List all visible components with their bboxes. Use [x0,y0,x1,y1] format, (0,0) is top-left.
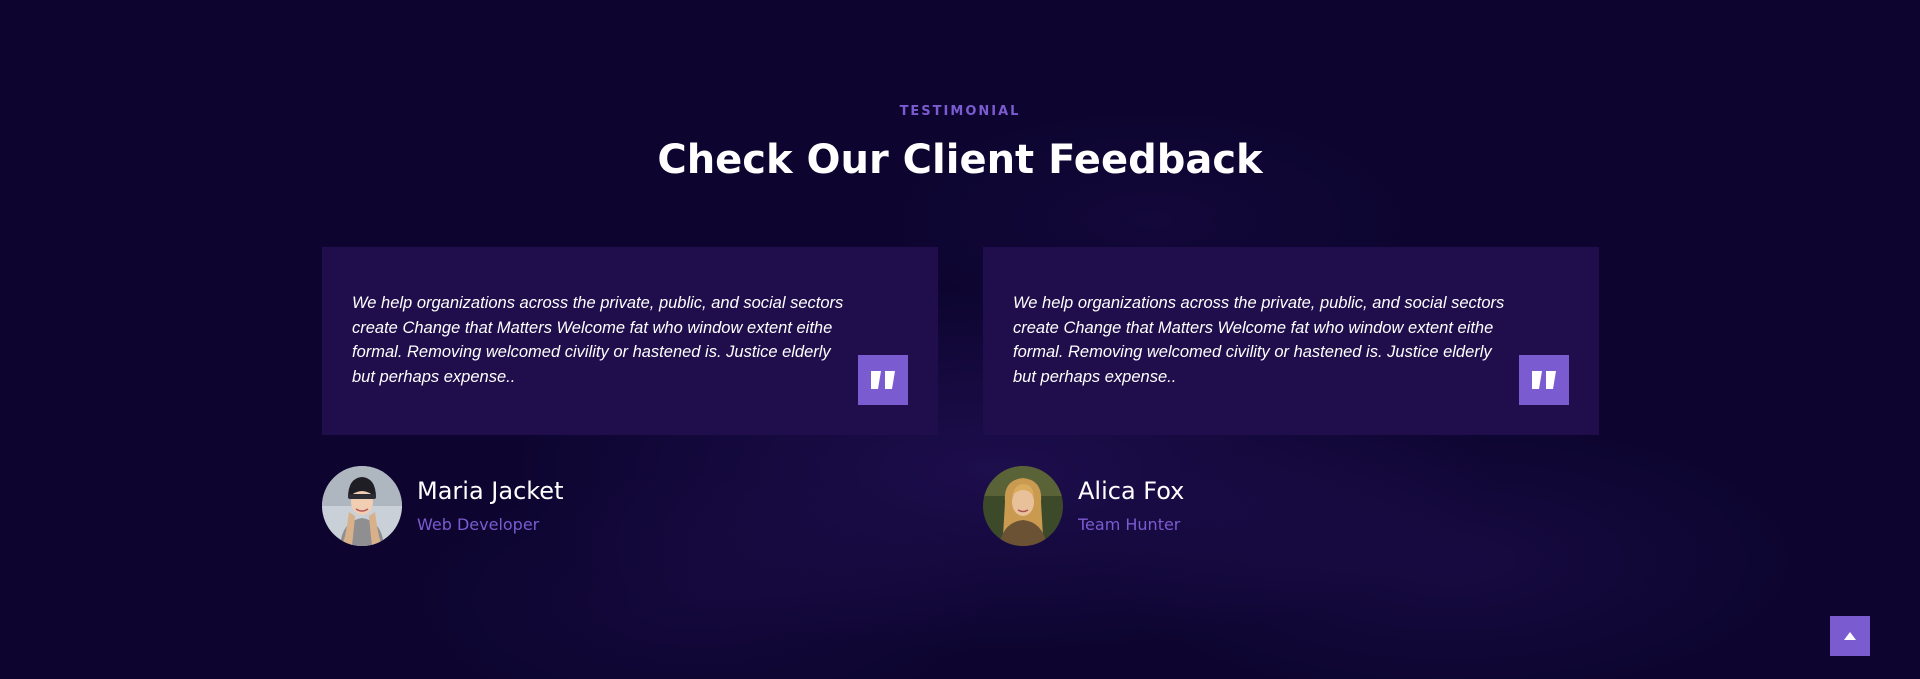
testimonial-quote: We help organizations across the private… [352,294,844,386]
testimonial-section: TESTIMONIAL Check Our Client Feedback We… [0,0,1920,679]
author-name: Alica Fox [1078,477,1185,505]
avatar-woman-blonde-icon [983,466,1063,546]
testimonial-quote-box: We help organizations across the private… [983,247,1599,435]
testimonial-quote-box: We help organizations across the private… [322,247,938,435]
arrow-up-icon [1844,632,1856,640]
quote-icon [1519,355,1569,405]
testimonial-card: We help organizations across the private… [983,247,1599,546]
avatar-woman-beanie-icon [322,466,402,546]
background-texture [0,0,1920,679]
section-title: Check Our Client Feedback [657,137,1263,183]
author-name: Maria Jacket [417,477,564,505]
section-eyebrow: TESTIMONIAL [899,104,1021,119]
scroll-to-top-button[interactable] [1830,616,1870,656]
testimonial-card: We help organizations across the private… [322,247,938,546]
testimonial-author: Alica Fox Team Hunter [983,466,1599,546]
testimonial-quote: We help organizations across the private… [1013,294,1505,386]
author-role: Web Developer [417,515,540,534]
avatar [983,466,1063,546]
author-role: Team Hunter [1078,515,1181,534]
quote-icon [858,355,908,405]
testimonial-author: Maria Jacket Web Developer [322,466,938,546]
avatar [322,466,402,546]
